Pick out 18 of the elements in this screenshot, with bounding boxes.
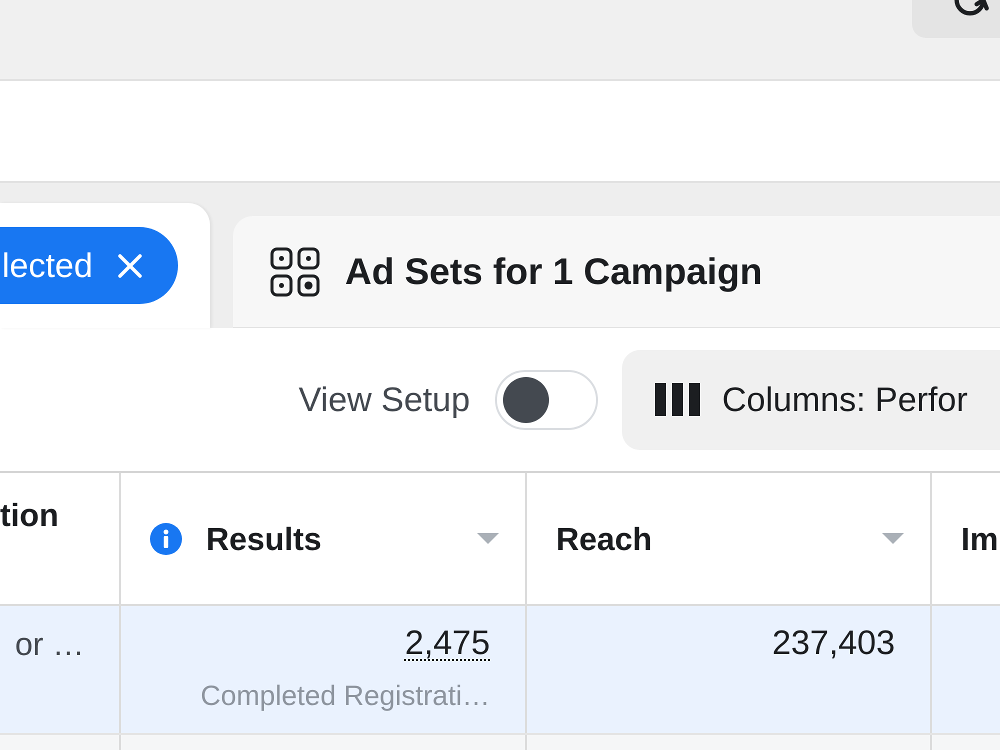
table-cell: 237,403 bbox=[772, 626, 895, 660]
column-header[interactable]: Im bbox=[932, 473, 1000, 604]
info-icon[interactable] bbox=[150, 522, 182, 554]
toggle-label: View Setup bbox=[298, 382, 470, 416]
grid-icon bbox=[270, 246, 320, 296]
columns-button[interactable]: Columns: Perfor bbox=[622, 350, 1000, 450]
tab[interactable]: lected bbox=[0, 203, 210, 328]
tab[interactable]: Ad Sets for 1 Campaign bbox=[233, 216, 1000, 328]
filter-chip[interactable]: lected bbox=[0, 227, 178, 304]
result-type: Completed Registrati… bbox=[200, 682, 490, 710]
caret-icon[interactable] bbox=[882, 533, 904, 544]
close-icon[interactable] bbox=[116, 252, 143, 278]
result-value[interactable]: 2,475 bbox=[404, 626, 490, 660]
columns-icon bbox=[655, 383, 700, 416]
table-row[interactable]: or … 2,475 Completed Registrati… 237,403 bbox=[0, 604, 1000, 733]
caret-icon[interactable] bbox=[477, 533, 499, 544]
table-cell: or … bbox=[15, 626, 84, 662]
refresh-button[interactable] bbox=[912, 0, 1000, 38]
